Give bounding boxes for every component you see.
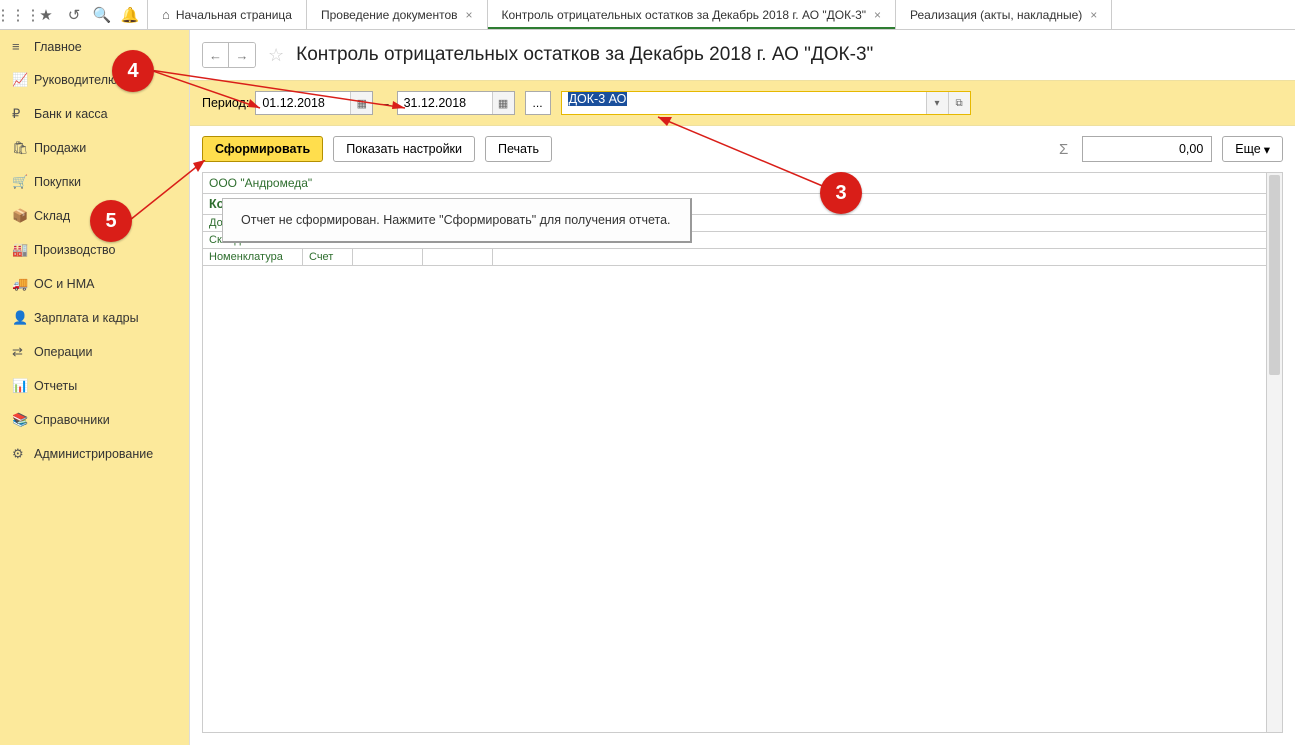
sidebar-label: Отчеты: [34, 379, 77, 393]
factory-icon: 🏭: [12, 242, 34, 258]
person-icon: 👤: [12, 310, 34, 326]
tab-label: Начальная страница: [176, 8, 292, 22]
sidebar-label: Продажи: [34, 141, 86, 155]
date-from-input[interactable]: [256, 96, 350, 110]
tab-label: Проведение документов: [321, 8, 458, 22]
show-settings-button[interactable]: Показать настройки: [333, 136, 475, 162]
close-icon[interactable]: ×: [1090, 8, 1097, 22]
chevron-down-icon: ▾: [1264, 142, 1270, 157]
period-picker-button[interactable]: ...: [525, 91, 551, 115]
sidebar-label: Администрирование: [34, 447, 153, 461]
report-company: ООО "Андромеда": [203, 173, 1282, 194]
sidebar: ≡Главное 📈Руководителю ₽Банк и касса 🛍Пр…: [0, 30, 190, 745]
nav-buttons: ← →: [202, 42, 256, 68]
sidebar-label: Операции: [34, 345, 92, 359]
box-icon: 📦: [12, 208, 34, 224]
callout-3: 3: [820, 172, 862, 214]
star-icon[interactable]: ★: [32, 1, 60, 29]
gear-icon: ⚙: [12, 446, 34, 462]
ruble-icon: ₽: [12, 106, 34, 122]
sidebar-label: ОС и НМА: [34, 277, 94, 291]
sidebar-label: Производство: [34, 243, 116, 257]
tab-home[interactable]: ⌂ Начальная страница: [147, 0, 307, 29]
col-blank: [493, 249, 563, 265]
dash: –: [381, 96, 388, 111]
sidebar-item-reports[interactable]: 📊Отчеты: [0, 369, 189, 403]
sidebar-item-admin[interactable]: ⚙Администрирование: [0, 437, 189, 471]
report-area: ООО "Андромеда" Ко До Склад Номенклатура…: [202, 172, 1283, 733]
tab-label: Реализация (акты, накладные): [910, 8, 1082, 22]
table-header: Номенклатура Счет: [203, 249, 1282, 266]
sum-input[interactable]: [1082, 136, 1212, 162]
date-to-group: ▦: [397, 91, 515, 115]
sidebar-item-purchases[interactable]: 🛒Покупки: [0, 165, 189, 199]
callout-5: 5: [90, 200, 132, 242]
sidebar-label: Банк и касса: [34, 107, 108, 121]
sidebar-label: Зарплата и кадры: [34, 311, 139, 325]
close-icon[interactable]: ×: [874, 8, 881, 22]
bell-icon[interactable]: 🔔: [116, 1, 144, 29]
tooltip: Отчет не сформирован. Нажмите "Сформиров…: [222, 198, 692, 243]
forward-button[interactable]: →: [229, 43, 255, 67]
col-blank: [353, 249, 423, 265]
sidebar-label: Руководителю: [34, 73, 117, 87]
truck-icon: 🚚: [12, 276, 34, 292]
sidebar-label: Склад: [34, 209, 70, 223]
sidebar-label: Покупки: [34, 175, 81, 189]
sidebar-item-catalogs[interactable]: 📚Справочники: [0, 403, 189, 437]
more-button[interactable]: Еще▾: [1222, 136, 1283, 162]
sidebar-item-salary[interactable]: 👤Зарплата и кадры: [0, 301, 189, 335]
org-input[interactable]: ДОК-3 АО: [562, 92, 926, 114]
close-icon[interactable]: ×: [466, 8, 473, 22]
bars-icon: 📊: [12, 378, 34, 394]
tab-control[interactable]: Контроль отрицательных остатков за Декаб…: [487, 0, 897, 29]
tab-documents[interactable]: Проведение документов ×: [306, 0, 488, 29]
org-select[interactable]: ДОК-3 АО ▾ ⧉: [561, 91, 971, 115]
date-to-input[interactable]: [398, 96, 492, 110]
home-icon: ⌂: [162, 7, 170, 22]
col-account: Счет: [303, 249, 353, 265]
apps-icon[interactable]: ⋮⋮⋮: [4, 1, 32, 29]
book-icon: 📚: [12, 412, 34, 428]
sidebar-item-production[interactable]: 🏭Производство: [0, 233, 189, 267]
col-blank: [423, 249, 493, 265]
sidebar-item-manager[interactable]: 📈Руководителю: [0, 63, 189, 97]
ops-icon: ⇄: [12, 344, 34, 360]
generate-button[interactable]: Сформировать: [202, 136, 323, 162]
dropdown-icon[interactable]: ▾: [926, 92, 948, 114]
sidebar-item-sales[interactable]: 🛍Продажи: [0, 131, 189, 165]
chart-icon: 📈: [12, 72, 34, 88]
sidebar-item-main[interactable]: ≡Главное: [0, 30, 189, 63]
sidebar-item-bank[interactable]: ₽Банк и касса: [0, 97, 189, 131]
back-button[interactable]: ←: [203, 43, 229, 67]
menu-icon: ≡: [12, 39, 34, 54]
print-button[interactable]: Печать: [485, 136, 552, 162]
sigma-icon: Σ: [1059, 141, 1068, 158]
scrollbar[interactable]: [1266, 173, 1282, 732]
col-nomenclature: Номенклатура: [203, 249, 303, 265]
favorite-icon[interactable]: ☆: [268, 45, 284, 66]
bag-icon: 🛍: [12, 140, 34, 156]
cart-icon: 🛒: [12, 174, 34, 190]
date-from-group: ▦: [255, 91, 373, 115]
open-icon[interactable]: ⧉: [948, 92, 970, 114]
sidebar-item-assets[interactable]: 🚚ОС и НМА: [0, 267, 189, 301]
sidebar-item-operations[interactable]: ⇄Операции: [0, 335, 189, 369]
period-label: Период:: [202, 96, 249, 110]
page-title: Контроль отрицательных остатков за Декаб…: [296, 44, 873, 66]
tab-label: Контроль отрицательных остатков за Декаб…: [502, 8, 867, 22]
sidebar-label: Главное: [34, 40, 82, 54]
history-icon[interactable]: ↺: [60, 1, 88, 29]
search-icon[interactable]: 🔍: [88, 1, 116, 29]
calendar-icon[interactable]: ▦: [350, 92, 372, 114]
tab-realization[interactable]: Реализация (акты, накладные) ×: [895, 0, 1112, 29]
sidebar-label: Справочники: [34, 413, 110, 427]
callout-4: 4: [112, 50, 154, 92]
calendar-icon[interactable]: ▦: [492, 92, 514, 114]
scroll-thumb[interactable]: [1269, 175, 1280, 375]
